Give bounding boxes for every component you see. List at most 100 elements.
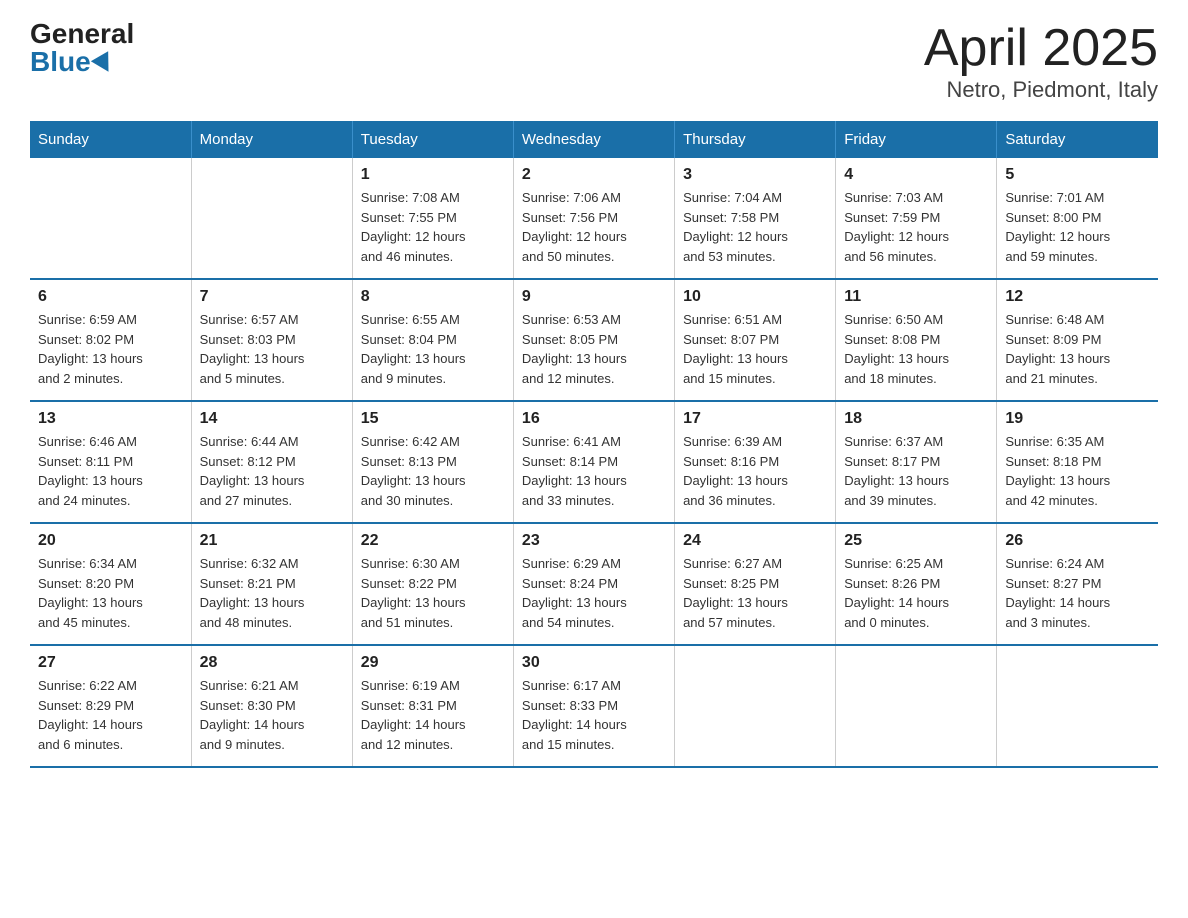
day-number: 1 <box>361 166 505 184</box>
logo-blue-text: Blue <box>30 48 114 76</box>
day-number: 4 <box>844 166 988 184</box>
calendar-day: 17 Sunrise: 6:39 AM Sunset: 8:16 PM Dayli… <box>675 401 836 523</box>
day-number: 13 <box>38 410 183 428</box>
day-detail: Sunrise: 7:06 AM Sunset: 7:56 PM Dayligh… <box>522 188 666 266</box>
calendar-day: 15 Sunrise: 6:42 AM Sunset: 8:13 PM Dayli… <box>352 401 513 523</box>
calendar-day: 26Sunrise: 6:24 AM Sunset: 8:27 PM Dayli… <box>997 523 1158 645</box>
day-detail: Sunrise: 6:57 AM Sunset: 8:03 PM Dayligh… <box>200 310 344 388</box>
day-number: 21 <box>200 532 344 550</box>
calendar-day: 25 Sunrise: 6:25 AM Sunset: 8:26 PM Dayli… <box>836 523 997 645</box>
calendar-body: 1 Sunrise: 7:08 AM Sunset: 7:55 PM Daylig… <box>30 158 1158 767</box>
day-detail: Sunrise: 6:27 AM Sunset: 8:25 PM Dayligh… <box>683 554 827 632</box>
day-detail: Sunrise: 6:17 AM Sunset: 8:33 PM Dayligh… <box>522 676 666 754</box>
day-number: 15 <box>361 410 505 428</box>
day-detail: Sunrise: 6:29 AM Sunset: 8:24 PM Dayligh… <box>522 554 666 632</box>
day-number: 5 <box>1005 166 1150 184</box>
day-number: 7 <box>200 288 344 306</box>
calendar-day: 13Sunrise: 6:46 AM Sunset: 8:11 PM Dayli… <box>30 401 191 523</box>
calendar-day: 8 Sunrise: 6:55 AM Sunset: 8:04 PM Daylig… <box>352 279 513 401</box>
calendar-week-1: 1 Sunrise: 7:08 AM Sunset: 7:55 PM Daylig… <box>30 158 1158 279</box>
day-detail: Sunrise: 6:53 AM Sunset: 8:05 PM Dayligh… <box>522 310 666 388</box>
col-saturday: Saturday <box>997 121 1158 158</box>
calendar-day: 7 Sunrise: 6:57 AM Sunset: 8:03 PM Daylig… <box>191 279 352 401</box>
calendar-day <box>836 645 997 767</box>
day-number: 3 <box>683 166 827 184</box>
calendar-day <box>675 645 836 767</box>
calendar-table: Sunday Monday Tuesday Wednesday Thursday… <box>30 121 1158 768</box>
day-detail: Sunrise: 6:22 AM Sunset: 8:29 PM Dayligh… <box>38 676 183 754</box>
calendar-day: 29Sunrise: 6:19 AM Sunset: 8:31 PM Dayli… <box>352 645 513 767</box>
calendar-day: 11Sunrise: 6:50 AM Sunset: 8:08 PM Dayli… <box>836 279 997 401</box>
day-number: 22 <box>361 532 505 550</box>
calendar-day: 6 Sunrise: 6:59 AM Sunset: 8:02 PM Daylig… <box>30 279 191 401</box>
day-number: 27 <box>38 654 183 672</box>
day-detail: Sunrise: 6:48 AM Sunset: 8:09 PM Dayligh… <box>1005 310 1150 388</box>
header-row: Sunday Monday Tuesday Wednesday Thursday… <box>30 121 1158 158</box>
calendar-day: 3 Sunrise: 7:04 AM Sunset: 7:58 PM Daylig… <box>675 158 836 279</box>
day-number: 8 <box>361 288 505 306</box>
calendar-day: 27 Sunrise: 6:22 AM Sunset: 8:29 PM Dayli… <box>30 645 191 767</box>
day-number: 9 <box>522 288 666 306</box>
day-detail: Sunrise: 6:44 AM Sunset: 8:12 PM Dayligh… <box>200 432 344 510</box>
col-monday: Monday <box>191 121 352 158</box>
day-number: 6 <box>38 288 183 306</box>
day-detail: Sunrise: 6:24 AM Sunset: 8:27 PM Dayligh… <box>1005 554 1150 632</box>
day-number: 20 <box>38 532 183 550</box>
calendar-day: 22 Sunrise: 6:30 AM Sunset: 8:22 PM Dayli… <box>352 523 513 645</box>
day-number: 2 <box>522 166 666 184</box>
title-block: April 2025 Netro, Piedmont, Italy <box>924 20 1158 103</box>
calendar-day: 30Sunrise: 6:17 AM Sunset: 8:33 PM Dayli… <box>513 645 674 767</box>
calendar-week-5: 27 Sunrise: 6:22 AM Sunset: 8:29 PM Dayli… <box>30 645 1158 767</box>
day-number: 16 <box>522 410 666 428</box>
day-number: 23 <box>522 532 666 550</box>
calendar-day <box>30 158 191 279</box>
logo-triangle-icon <box>91 51 117 77</box>
col-friday: Friday <box>836 121 997 158</box>
calendar-week-4: 20 Sunrise: 6:34 AM Sunset: 8:20 PM Dayli… <box>30 523 1158 645</box>
day-detail: Sunrise: 6:55 AM Sunset: 8:04 PM Dayligh… <box>361 310 505 388</box>
col-wednesday: Wednesday <box>513 121 674 158</box>
day-detail: Sunrise: 6:30 AM Sunset: 8:22 PM Dayligh… <box>361 554 505 632</box>
day-number: 17 <box>683 410 827 428</box>
day-number: 12 <box>1005 288 1150 306</box>
calendar-day: 14 Sunrise: 6:44 AM Sunset: 8:12 PM Dayli… <box>191 401 352 523</box>
calendar-day <box>997 645 1158 767</box>
day-number: 11 <box>844 288 988 306</box>
calendar-day: 20 Sunrise: 6:34 AM Sunset: 8:20 PM Dayli… <box>30 523 191 645</box>
day-detail: Sunrise: 7:04 AM Sunset: 7:58 PM Dayligh… <box>683 188 827 266</box>
day-detail: Sunrise: 6:25 AM Sunset: 8:26 PM Dayligh… <box>844 554 988 632</box>
day-detail: Sunrise: 6:39 AM Sunset: 8:16 PM Dayligh… <box>683 432 827 510</box>
calendar-day: 28 Sunrise: 6:21 AM Sunset: 8:30 PM Dayli… <box>191 645 352 767</box>
calendar-title: April 2025 <box>924 20 1158 77</box>
day-number: 10 <box>683 288 827 306</box>
calendar-day: 12 Sunrise: 6:48 AM Sunset: 8:09 PM Dayli… <box>997 279 1158 401</box>
day-detail: Sunrise: 6:35 AM Sunset: 8:18 PM Dayligh… <box>1005 432 1150 510</box>
calendar-day: 2 Sunrise: 7:06 AM Sunset: 7:56 PM Daylig… <box>513 158 674 279</box>
day-number: 25 <box>844 532 988 550</box>
calendar-day: 4Sunrise: 7:03 AM Sunset: 7:59 PM Daylig… <box>836 158 997 279</box>
calendar-day: 5 Sunrise: 7:01 AM Sunset: 8:00 PM Daylig… <box>997 158 1158 279</box>
calendar-day <box>191 158 352 279</box>
day-detail: Sunrise: 7:08 AM Sunset: 7:55 PM Dayligh… <box>361 188 505 266</box>
calendar-day: 9 Sunrise: 6:53 AM Sunset: 8:05 PM Daylig… <box>513 279 674 401</box>
day-detail: Sunrise: 7:01 AM Sunset: 8:00 PM Dayligh… <box>1005 188 1150 266</box>
day-number: 28 <box>200 654 344 672</box>
day-number: 19 <box>1005 410 1150 428</box>
day-detail: Sunrise: 6:42 AM Sunset: 8:13 PM Dayligh… <box>361 432 505 510</box>
day-number: 18 <box>844 410 988 428</box>
day-detail: Sunrise: 6:41 AM Sunset: 8:14 PM Dayligh… <box>522 432 666 510</box>
calendar-day: 10 Sunrise: 6:51 AM Sunset: 8:07 PM Dayli… <box>675 279 836 401</box>
day-detail: Sunrise: 6:34 AM Sunset: 8:20 PM Dayligh… <box>38 554 183 632</box>
day-detail: Sunrise: 6:51 AM Sunset: 8:07 PM Dayligh… <box>683 310 827 388</box>
day-detail: Sunrise: 6:37 AM Sunset: 8:17 PM Dayligh… <box>844 432 988 510</box>
col-tuesday: Tuesday <box>352 121 513 158</box>
col-sunday: Sunday <box>30 121 191 158</box>
calendar-subtitle: Netro, Piedmont, Italy <box>924 77 1158 103</box>
day-detail: Sunrise: 6:32 AM Sunset: 8:21 PM Dayligh… <box>200 554 344 632</box>
day-number: 14 <box>200 410 344 428</box>
calendar-day: 23 Sunrise: 6:29 AM Sunset: 8:24 PM Dayli… <box>513 523 674 645</box>
page-header: General Blue April 2025 Netro, Piedmont,… <box>30 20 1158 103</box>
day-detail: Sunrise: 6:21 AM Sunset: 8:30 PM Dayligh… <box>200 676 344 754</box>
calendar-day: 1 Sunrise: 7:08 AM Sunset: 7:55 PM Daylig… <box>352 158 513 279</box>
day-detail: Sunrise: 6:59 AM Sunset: 8:02 PM Dayligh… <box>38 310 183 388</box>
